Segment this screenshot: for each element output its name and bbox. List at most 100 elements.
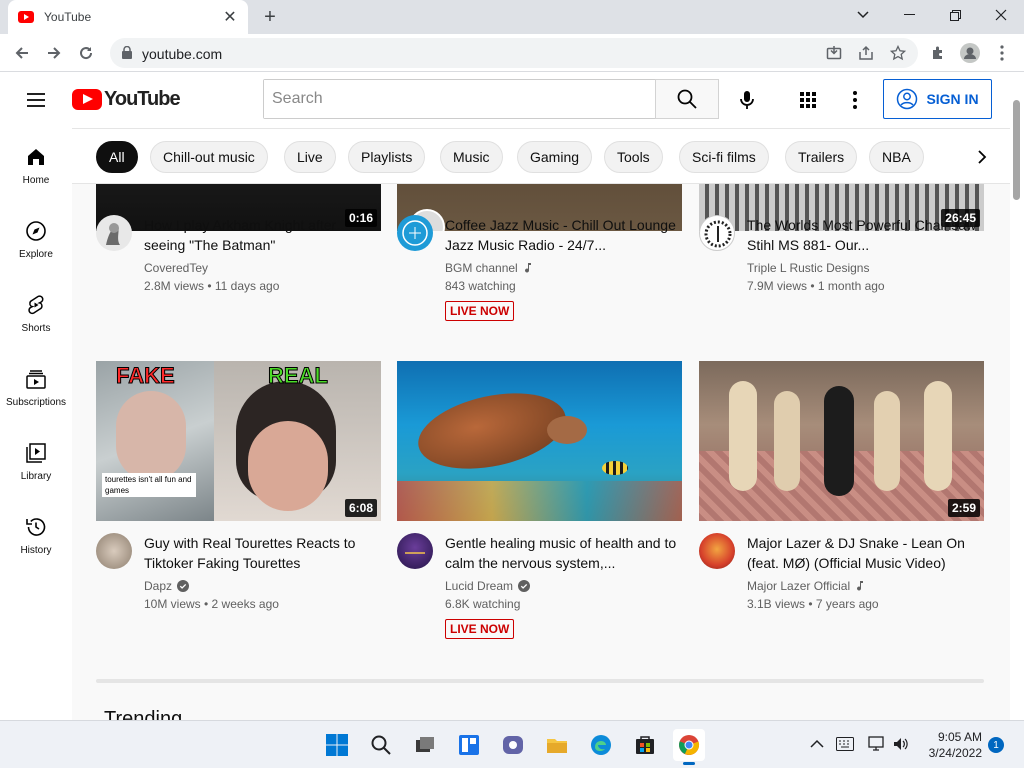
sidebar-item-subscriptions[interactable]: Subscriptions <box>0 350 72 424</box>
hamburger-menu-icon[interactable] <box>24 88 48 112</box>
notification-count-badge[interactable]: 1 <box>988 737 1004 753</box>
video-title[interactable]: Major Lazer & DJ Snake - Lean On (feat. … <box>747 533 984 573</box>
start-button[interactable] <box>321 729 353 761</box>
sidebar-item-shorts[interactable]: Shorts <box>0 276 72 350</box>
close-tab-icon[interactable]: ✕ <box>222 7 238 27</box>
verified-badge-icon <box>518 580 531 592</box>
youtube-favicon-icon <box>18 11 34 23</box>
channel-name[interactable]: Dapz <box>144 579 190 593</box>
search-button[interactable] <box>655 79 719 119</box>
channel-avatar[interactable] <box>96 215 132 251</box>
file-explorer-button[interactable] <box>541 729 573 761</box>
install-app-icon[interactable] <box>820 39 848 67</box>
video-thumbnail[interactable]: FAKE REAL tourettes isn't all fun and ga… <box>96 361 381 521</box>
volume-icon[interactable] <box>892 735 910 753</box>
channel-name[interactable]: Lucid Dream <box>445 579 531 593</box>
channel-avatar[interactable] <box>699 533 735 569</box>
system-clock[interactable]: 9:05 AM 3/24/2022 <box>912 729 982 761</box>
tab-search-icon[interactable] <box>840 0 886 30</box>
video-title[interactable]: Coffee Jazz Music - Chill Out Lounge Jaz… <box>445 215 682 255</box>
video-thumbnail[interactable] <box>397 361 682 521</box>
apps-grid-icon[interactable] <box>796 88 820 112</box>
chip-playlists[interactable]: Playlists <box>348 141 426 173</box>
channel-name[interactable]: Major Lazer Official <box>747 579 865 593</box>
clock-date: 3/24/2022 <box>928 746 982 760</box>
chip-sci-fi-films[interactable]: Sci-fi films <box>679 141 769 173</box>
microphone-icon[interactable] <box>735 88 759 112</box>
scrollbar-thumb[interactable] <box>1013 100 1020 200</box>
youtube-logo[interactable]: YouTube <box>72 88 181 111</box>
chip-trailers[interactable]: Trailers <box>785 141 858 173</box>
back-button[interactable] <box>8 39 36 67</box>
sidebar-item-explore[interactable]: Explore <box>0 202 72 276</box>
video-title[interactable]: How I play Arkham Knight after seeing "T… <box>144 215 381 255</box>
chevron-right-icon[interactable] <box>970 145 994 169</box>
show-hidden-icons-chevron-icon[interactable] <box>810 739 824 749</box>
chip-chill-out-music[interactable]: Chill-out music <box>150 141 268 173</box>
windows-start-icon <box>326 734 348 756</box>
extensions-icon[interactable] <box>924 39 952 67</box>
filter-chips-bar: All Chill-out music Live Playlists Music… <box>72 128 1010 184</box>
chip-nba[interactable]: NBA <box>869 141 924 173</box>
account-circle-icon <box>897 88 918 110</box>
page-scrollbar[interactable] <box>1010 72 1024 720</box>
channel-name-text: Triple L Rustic Designs <box>747 261 870 275</box>
task-view-button[interactable] <box>409 729 441 761</box>
thumb-caption: tourettes isn't all fun and games <box>102 473 196 497</box>
search-box[interactable] <box>263 79 656 119</box>
video-meta: 10M views • 2 weeks ago <box>144 597 279 611</box>
edge-button[interactable] <box>585 729 617 761</box>
sidebar-label-history: History <box>20 544 52 556</box>
widgets-button[interactable] <box>453 729 485 761</box>
browser-tab[interactable]: YouTube ✕ <box>8 0 248 34</box>
sidebar-label-subscriptions: Subscriptions <box>5 396 67 408</box>
channel-name[interactable]: CoveredTey <box>144 261 208 275</box>
channel-name[interactable]: Triple L Rustic Designs <box>747 261 869 275</box>
chip-gaming[interactable]: Gaming <box>517 141 593 173</box>
chip-tools[interactable]: Tools <box>604 141 663 173</box>
channel-name-text: Dapz <box>144 579 173 593</box>
channel-avatar[interactable] <box>397 215 433 251</box>
clock-time: 9:05 AM <box>937 730 982 744</box>
chip-live[interactable]: Live <box>284 141 336 173</box>
video-thumbnail[interactable]: 2:59 <box>699 361 984 521</box>
sidebar-item-history[interactable]: History <box>0 498 72 572</box>
url-text: youtube.com <box>142 46 223 62</box>
new-tab-button[interactable]: + <box>260 6 280 28</box>
channel-avatar[interactable] <box>699 215 735 251</box>
profile-icon[interactable] <box>956 39 984 67</box>
sidebar-item-library[interactable]: Library <box>0 424 72 498</box>
video-title[interactable]: The Worlds Most Powerful Chainsaw Stihl … <box>747 215 984 255</box>
taskbar-search-button[interactable] <box>365 729 397 761</box>
close-window-button[interactable] <box>978 0 1024 30</box>
sign-in-button[interactable]: SIGN IN <box>883 79 992 119</box>
search-input[interactable] <box>264 80 655 118</box>
reload-button[interactable] <box>72 39 100 67</box>
forward-button[interactable] <box>40 39 68 67</box>
minimize-button[interactable] <box>886 0 932 30</box>
address-bar[interactable]: youtube.com <box>110 38 918 68</box>
browser-menu-icon[interactable] <box>988 39 1016 67</box>
store-icon <box>636 736 654 754</box>
store-button[interactable] <box>629 729 661 761</box>
channel-avatar[interactable] <box>96 533 132 569</box>
share-icon[interactable] <box>852 39 880 67</box>
teams-chat-button[interactable] <box>497 729 529 761</box>
trending-heading: Trending <box>104 708 183 720</box>
chip-all[interactable]: All <box>96 141 138 173</box>
history-icon <box>26 517 46 536</box>
settings-more-icon[interactable] <box>843 88 867 112</box>
chip-music[interactable]: Music <box>440 141 503 173</box>
video-title[interactable]: Guy with Real Tourettes Reacts to Tiktok… <box>144 533 381 573</box>
channel-name[interactable]: BGM channel <box>445 261 533 275</box>
lock-icon[interactable] <box>122 46 132 59</box>
bookmark-star-icon[interactable] <box>884 39 912 67</box>
channel-avatar[interactable] <box>397 533 433 569</box>
restore-button[interactable] <box>932 0 978 30</box>
library-icon <box>26 442 46 463</box>
network-icon[interactable] <box>868 735 886 753</box>
sidebar-item-home[interactable]: Home <box>0 128 72 202</box>
keyboard-icon[interactable] <box>836 737 854 751</box>
chrome-taskbar-button[interactable] <box>673 729 705 765</box>
video-title[interactable]: Gentle healing music of health and to ca… <box>445 533 682 573</box>
